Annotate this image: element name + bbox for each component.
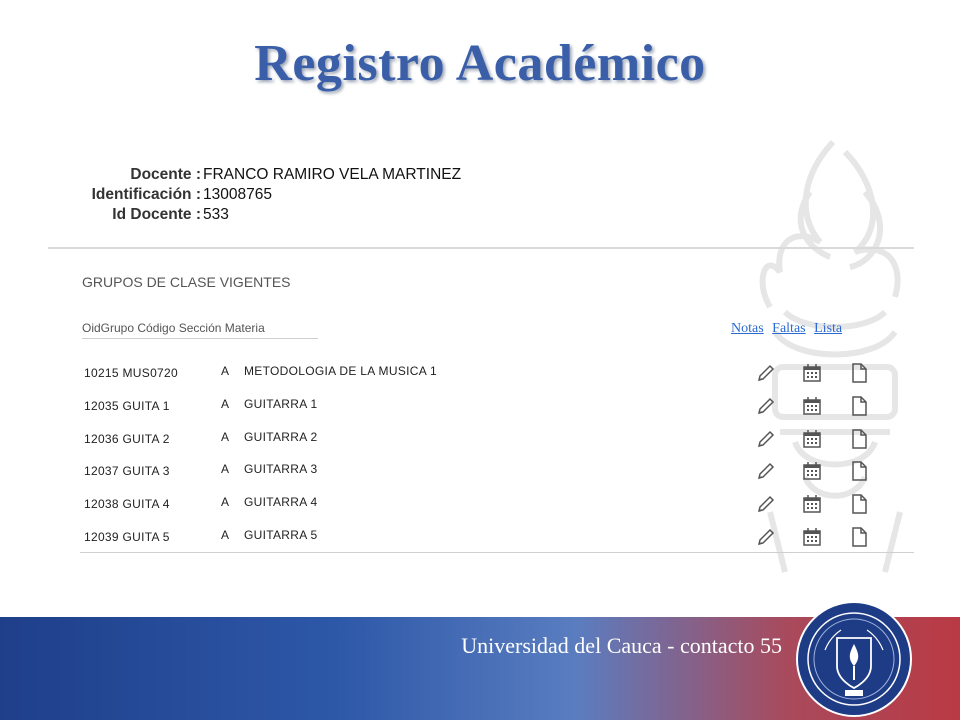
notas-link[interactable]: Notas [731, 321, 764, 336]
docente-value: FRANCO RAMIRO VELA MARTINEZ [203, 166, 462, 183]
group-code: 12039 GUITA 5 [84, 529, 170, 544]
calendar-icon[interactable] [801, 362, 823, 384]
section-letter: A [221, 364, 230, 378]
group-code: 12036 GUITA 2 [84, 431, 170, 446]
subject-name: GUITARRA 1 [244, 396, 318, 411]
id-docente-value: 533 [203, 206, 229, 223]
table-row: 12039 GUITA 5 A GUITARRA 5 [80, 522, 914, 555]
divider [48, 247, 914, 249]
section-letter: A [221, 462, 230, 477]
pencil-icon[interactable] [755, 428, 777, 450]
faltas-link[interactable]: Faltas [772, 321, 805, 336]
table-row: 12037 GUITA 3 A GUITARRA 3 [80, 456, 914, 489]
pencil-icon[interactable] [755, 526, 777, 548]
calendar-icon[interactable] [801, 460, 823, 482]
pencil-icon[interactable] [755, 395, 777, 417]
calendar-icon[interactable] [801, 395, 823, 417]
teacher-info: Docente : FRANCO RAMIRO VELA MARTINEZ Id… [76, 165, 461, 225]
table-column-header: OidGrupo Código Sección Materia [82, 321, 318, 339]
group-code: 12038 GUITA 4 [84, 497, 170, 512]
identificacion-value: 13008765 [203, 186, 272, 203]
calendar-icon[interactable] [801, 526, 823, 548]
actions-header: Notas Faltas Lista [731, 321, 847, 337]
document-icon[interactable] [848, 526, 870, 548]
group-code: 12035 GUITA 1 [84, 398, 170, 413]
class-groups-table: 10215 MUS0720 A METODOLOGIA DE LA MUSICA… [80, 358, 914, 555]
section-title: GRUPOS DE CLASE VIGENTES [82, 274, 291, 290]
pencil-icon[interactable] [755, 493, 777, 515]
calendar-icon[interactable] [801, 493, 823, 515]
table-row: 10215 MUS0720 A METODOLOGIA DE LA MUSICA… [80, 358, 914, 391]
calendar-icon[interactable] [801, 428, 823, 450]
identificacion-label: Identificación : [91, 186, 201, 203]
lista-link[interactable]: Lista [814, 321, 842, 336]
pencil-icon[interactable] [755, 362, 777, 384]
document-icon[interactable] [848, 428, 870, 450]
pencil-icon[interactable] [755, 460, 777, 482]
document-icon[interactable] [848, 493, 870, 515]
page-title: Registro Académico [254, 35, 706, 92]
footer-text: Universidad del Cauca - contacto 55 [461, 633, 782, 658]
document-icon[interactable] [848, 395, 870, 417]
id-docente-label: Id Docente : [112, 206, 201, 223]
section-letter: A [221, 527, 230, 542]
subject-name: GUITARRA 2 [244, 429, 318, 444]
section-letter: A [221, 396, 230, 411]
section-letter: A [221, 495, 230, 510]
table-row: 12038 GUITA 4 A GUITARRA 4 [80, 489, 914, 522]
table-row: 12035 GUITA 1 A GUITARRA 1 [80, 391, 914, 424]
subject-name: METODOLOGIA DE LA MUSICA 1 [244, 364, 437, 378]
group-code: 10215 MUS0720 [84, 366, 178, 380]
docente-label: Docente : [130, 166, 201, 183]
section-letter: A [221, 429, 230, 444]
group-code: 12037 GUITA 3 [84, 464, 170, 479]
university-seal-icon [796, 601, 912, 717]
document-icon[interactable] [848, 460, 870, 482]
subject-name: GUITARRA 4 [244, 495, 318, 510]
subject-name: GUITARRA 5 [244, 527, 318, 542]
subject-name: GUITARRA 3 [244, 462, 318, 477]
document-icon[interactable] [848, 362, 870, 384]
table-row: 12036 GUITA 2 A GUITARRA 2 [80, 424, 914, 457]
table-bottom-border [80, 552, 914, 553]
